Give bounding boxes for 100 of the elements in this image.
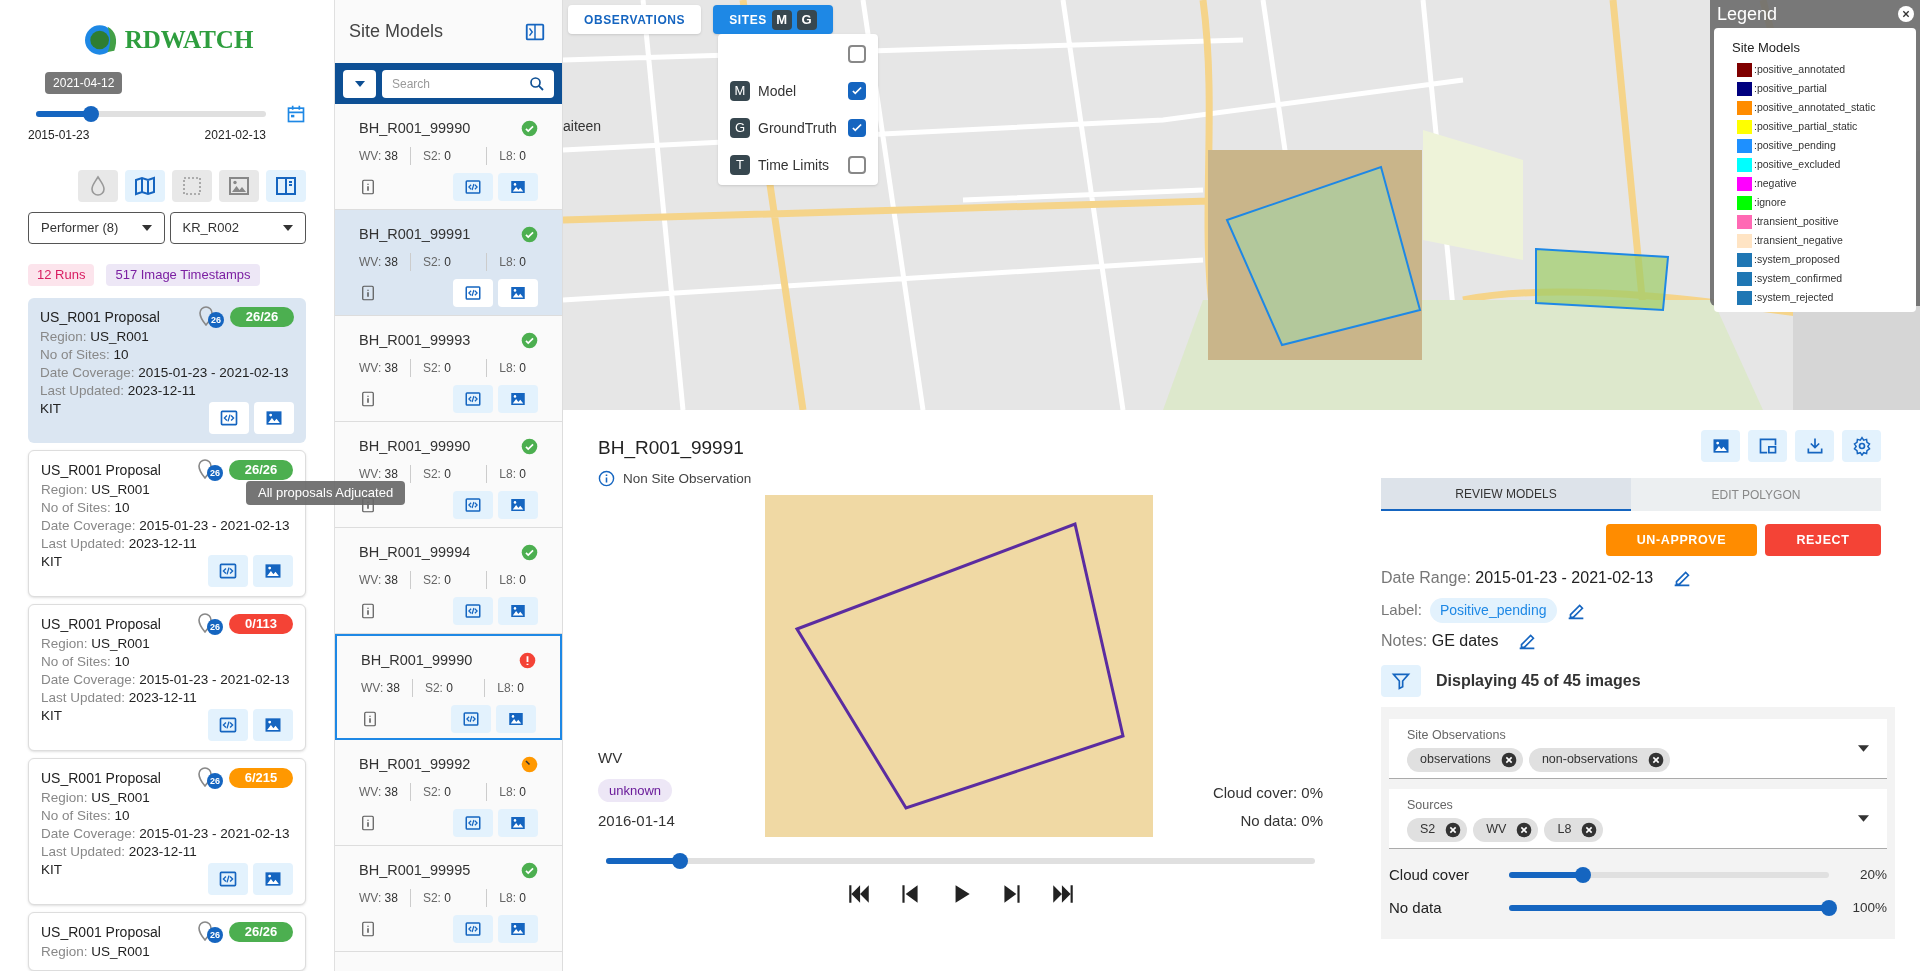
performer-name: KIT (41, 706, 62, 725)
image-count: L8: 0 (486, 782, 538, 801)
checkbox[interactable] (848, 82, 866, 100)
dotted-rectangle-icon (180, 174, 204, 198)
search-field[interactable]: Search (382, 69, 554, 98)
slider-value: 100% (1851, 898, 1887, 917)
image-button[interactable] (1701, 430, 1740, 462)
run-card[interactable]: US_R001 Proposal 26 6/215 Region: US_R001 No of Sites: 10 Date Coverage: 2015-01-23 - 2021-02-13 Last Updated: 2023-12-11 KIT (28, 757, 306, 905)
image-count: L8: 0 (484, 678, 536, 697)
image-count: S2: 0 (409, 252, 463, 271)
image-count: S2: 0 (409, 358, 463, 377)
image-button[interactable] (498, 914, 538, 943)
image-count: S2: 0 (409, 464, 463, 483)
run-detail: Date Coverage: 2015-01-23 - 2021-02-13 (40, 364, 289, 380)
image-count: WV: 38 (359, 253, 399, 271)
dropdown-select[interactable]: Performer (8) (28, 212, 165, 244)
run-card[interactable]: US_R001 Proposal 26 26/26 Region: US_R001 No of Sites: 10 Date Coverage: 2015-01-23 - 2021-02-13 Last Updated: 2023-12-11 KIT (28, 297, 306, 443)
code-button[interactable] (209, 401, 249, 434)
dropdown-select[interactable]: KR_R002 (169, 212, 306, 244)
image-count: S2: 0 (409, 782, 463, 801)
image-count: L8: 0 (486, 888, 538, 907)
run-card[interactable]: US_R001 Proposal 26 0/113 Region: US_R001 No of Sites: 10 Date Coverage: 2015-01-23 - 2021-02-13 Last Updated: 2023-12-11 KIT (28, 603, 306, 751)
image-button[interactable] (498, 808, 538, 837)
code-button[interactable] (208, 862, 248, 895)
code-icon (464, 919, 482, 938)
review-tab[interactable]: REVIEW MODELS (1381, 478, 1631, 511)
map-tab[interactable]: OBSERVATIONS (568, 5, 702, 34)
site-model-item[interactable]: BH_R001_99991 WV: 38 S2: 0 L8: 0 (335, 210, 562, 316)
app-logo: RDWATCH (124, 25, 254, 56)
image-button[interactable] (253, 554, 293, 587)
image-button[interactable] (498, 384, 538, 413)
dropdown-button[interactable] (343, 69, 376, 98)
legend-label: :system_proposed (1754, 252, 1840, 268)
code-icon (462, 709, 480, 728)
slider-thumb[interactable] (1821, 900, 1837, 916)
slider-thumb[interactable] (672, 852, 689, 869)
close-icon (1445, 821, 1462, 838)
caret-icon (1858, 745, 1869, 753)
download-button[interactable] (1795, 430, 1834, 462)
code-button[interactable] (453, 172, 493, 201)
site-id: BH_R001_99995 (359, 861, 471, 880)
label-chip: unknown (598, 778, 673, 803)
caret-icon (354, 80, 365, 87)
run-detail: Last Updated: 2023-12-11 (41, 689, 197, 705)
legend-label: :positive_pending (1754, 138, 1836, 154)
slider-thumb[interactable] (1574, 867, 1591, 883)
image-button[interactable] (498, 490, 538, 519)
image-button[interactable] (254, 401, 294, 434)
image-button[interactable] (253, 708, 293, 741)
toolbar-button[interactable] (219, 170, 259, 202)
multi-select[interactable]: Sources S2 WV L8 (1389, 788, 1887, 849)
select-label: Sources (1407, 796, 1454, 814)
no-data-reading: No data: 0% (1240, 811, 1323, 832)
code-button[interactable] (208, 554, 248, 587)
filter-chip[interactable]: L8 (1544, 817, 1604, 842)
site-id: BH_R001_99991 (359, 225, 471, 244)
code-button[interactable] (453, 914, 493, 943)
filter-chip[interactable]: non-observations (1528, 747, 1670, 772)
image-button[interactable] (498, 278, 538, 307)
image-count: WV: 38 (359, 571, 399, 589)
filter-button[interactable] (1381, 665, 1421, 697)
image-button[interactable] (496, 704, 536, 733)
checkbox[interactable] (848, 156, 866, 174)
code-icon (464, 389, 482, 408)
settings-button[interactable] (1842, 430, 1881, 462)
code-button[interactable] (453, 278, 493, 307)
code-button[interactable] (453, 808, 493, 837)
pip-button[interactable] (1748, 430, 1787, 462)
close-button[interactable] (1898, 6, 1914, 22)
search-icon (528, 74, 546, 93)
run-card[interactable]: US_R001 Proposal 26 26/26 Region: US_R001 (28, 911, 306, 971)
site-id: BH_R001_99992 (359, 755, 471, 774)
code-button[interactable] (453, 490, 493, 519)
toolbar-button[interactable] (125, 170, 165, 202)
legend-label: :ignore (1754, 195, 1787, 211)
run-detail: Region: US_R001 (41, 789, 150, 805)
image-button[interactable] (498, 172, 538, 201)
image-button[interactable] (253, 862, 293, 895)
checkbox[interactable] (848, 119, 866, 137)
legend-label: :positive_annotated (1754, 62, 1846, 78)
image-button[interactable] (498, 596, 538, 625)
code-button[interactable] (453, 384, 493, 413)
site-model-item[interactable]: BH_R001_99990 WV: 38 S2: 0 L8: 0 (335, 634, 562, 740)
reject-button[interactable]: REJECT (1765, 524, 1881, 556)
map-tab[interactable]: SITES M G (713, 5, 833, 34)
slider-tooltip: 2021-04-12 (45, 72, 123, 94)
checkbox[interactable] (848, 45, 866, 63)
code-button[interactable] (453, 596, 493, 625)
image-count: L8: 0 (486, 358, 538, 377)
code-button[interactable] (208, 708, 248, 741)
filter-chip[interactable]: S2 (1407, 817, 1468, 842)
code-icon (464, 177, 482, 196)
filter-chip[interactable]: observations (1407, 747, 1523, 772)
filter-chip[interactable]: WV (1473, 817, 1539, 842)
toolbar-button[interactable] (266, 170, 306, 202)
multi-select[interactable]: Site Observations observations non-observations (1389, 719, 1887, 779)
code-button[interactable] (451, 704, 491, 733)
slider-thumb[interactable] (83, 106, 100, 122)
progress-badge: 26/26 (229, 459, 293, 480)
image-count: L8: 0 (486, 252, 538, 271)
